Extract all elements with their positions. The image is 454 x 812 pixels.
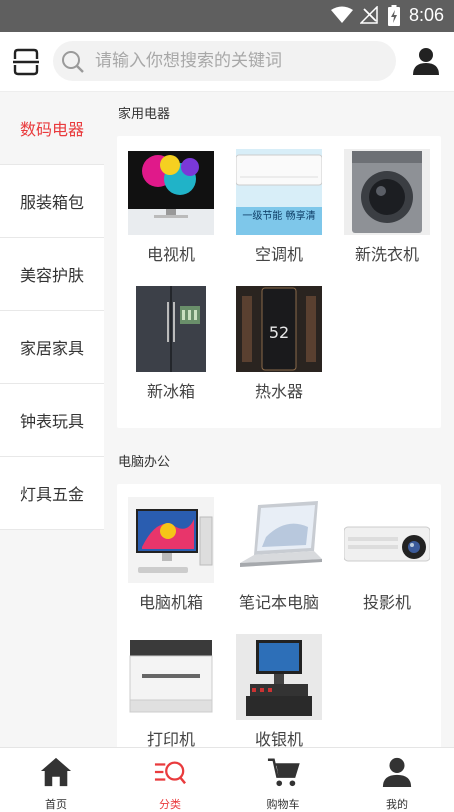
- product-label: 空调机: [254, 245, 303, 264]
- product-item[interactable]: 投影机: [333, 494, 441, 631]
- sidebar-item-lighting-hardware[interactable]: 灯具五金: [0, 457, 104, 530]
- laptop-image: [236, 497, 322, 583]
- product-label: 收银机: [254, 730, 303, 747]
- search-input[interactable]: [95, 41, 385, 81]
- svg-text:一级节能 畅享清: 一级节能 畅享清: [242, 209, 315, 222]
- product-label: 新冰箱: [146, 382, 195, 401]
- product-grid: 电视机 一级节能 畅享清 空调机 新洗衣机 新冰箱 52 热水器: [117, 136, 441, 428]
- product-label: 新洗衣机: [354, 245, 419, 264]
- product-item[interactable]: 52 热水器: [225, 283, 333, 420]
- user-icon[interactable]: [412, 46, 440, 76]
- profile-icon: [382, 757, 412, 788]
- tab-label: 分类: [159, 798, 181, 811]
- tab-profile[interactable]: 我的: [357, 748, 437, 812]
- sidebar-item-home-furniture[interactable]: 家居家具: [0, 311, 104, 384]
- home-icon: [40, 757, 72, 787]
- desktop-computer-image: [128, 497, 214, 583]
- section-title: 家用电器: [118, 107, 171, 122]
- category-content: 家用电器 电视机 一级节能 畅享清 空调机 新洗衣机 新冰箱 52 热水器 电脑…: [104, 92, 454, 747]
- printer-image: [128, 634, 214, 720]
- product-item[interactable]: 收银机: [225, 631, 333, 747]
- tab-label: 我的: [386, 798, 408, 811]
- product-item[interactable]: 一级节能 畅享清 空调机: [225, 146, 333, 283]
- search-bar[interactable]: [53, 41, 396, 81]
- svg-text:52: 52: [269, 323, 289, 342]
- product-label: 投影机: [362, 593, 411, 612]
- air-conditioner-image: 一级节能 畅享清: [236, 149, 322, 235]
- sidebar-item-beauty-skincare[interactable]: 美容护肤: [0, 238, 104, 311]
- category-icon: [154, 761, 186, 785]
- bottom-tab-bar: 首页 分类 购物车 我的: [0, 747, 454, 811]
- product-label: 电视机: [146, 245, 195, 264]
- tv-image: [128, 149, 214, 235]
- product-label: 笔记本电脑: [238, 593, 319, 612]
- projector-image: [344, 497, 430, 583]
- battery-charging-icon: [388, 5, 400, 26]
- water-heater-image: 52: [236, 286, 322, 372]
- product-item[interactable]: 笔记本电脑: [225, 494, 333, 631]
- status-bar: 8:06: [0, 0, 454, 32]
- product-item[interactable]: 电视机: [117, 146, 225, 283]
- sidebar-item-clothing-bags[interactable]: 服装箱包: [0, 165, 104, 238]
- product-item[interactable]: 新洗衣机: [333, 146, 441, 283]
- header: [0, 32, 454, 92]
- cart-icon: [267, 758, 300, 787]
- product-item[interactable]: 打印机: [117, 631, 225, 747]
- product-label: 打印机: [146, 730, 195, 747]
- tab-category[interactable]: 分类: [130, 748, 210, 812]
- tab-home[interactable]: 首页: [16, 748, 96, 812]
- product-item[interactable]: 电脑机箱: [117, 494, 225, 631]
- no-signal-icon: [360, 6, 378, 24]
- product-label: 热水器: [254, 382, 303, 401]
- sidebar-item-watches-toys[interactable]: 钟表玩具: [0, 384, 104, 457]
- section-title: 电脑办公: [118, 455, 171, 470]
- status-time: 8:06: [408, 5, 444, 25]
- product-grid: 电脑机箱 笔记本电脑 投影机 打印机 收银机: [117, 484, 441, 747]
- product-item[interactable]: 新冰箱: [117, 283, 225, 420]
- tab-label: 购物车: [266, 798, 300, 811]
- tab-cart[interactable]: 购物车: [243, 748, 323, 812]
- search-icon: [62, 51, 84, 73]
- product-label: 电脑机箱: [138, 593, 203, 612]
- scan-icon[interactable]: [12, 48, 40, 76]
- refrigerator-image: [128, 286, 214, 372]
- tab-label: 首页: [45, 798, 67, 811]
- washing-machine-image: [344, 149, 430, 235]
- sidebar-item-digital-appliances[interactable]: 数码电器: [0, 92, 104, 165]
- category-sidebar: 数码电器 服装箱包 美容护肤 家居家具 钟表玩具 灯具五金: [0, 92, 104, 747]
- wifi-icon: [331, 6, 353, 23]
- cash-register-image: [236, 634, 322, 720]
